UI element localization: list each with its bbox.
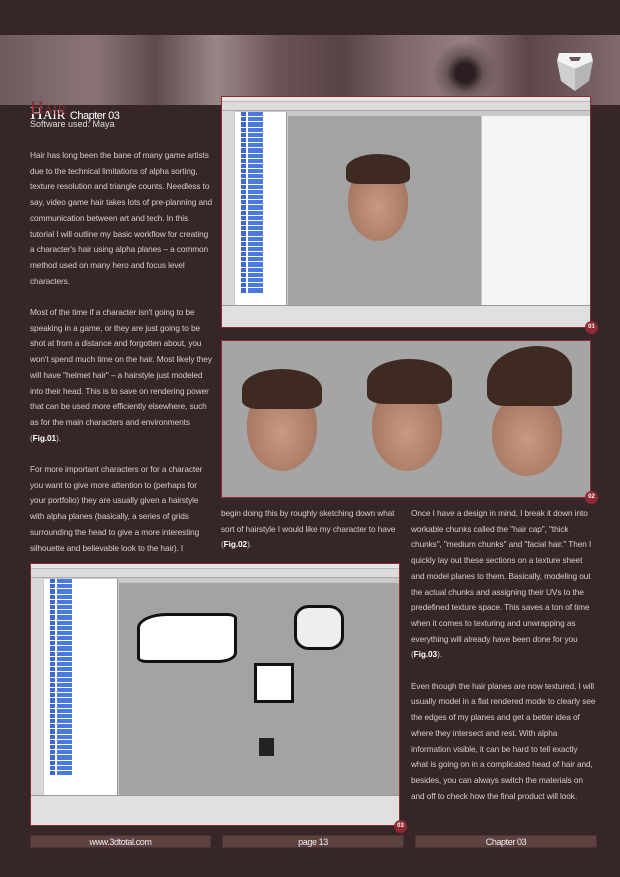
toolbar	[31, 569, 399, 578]
facial-hair-texture	[259, 738, 274, 756]
tool-sidebar	[31, 578, 43, 811]
paragraph: Most of the time if a character isn't go…	[30, 305, 212, 446]
footer-page-number: page 13	[222, 835, 404, 848]
outliner	[44, 579, 118, 795]
header-banner: Hair Chapter 03	[0, 35, 620, 123]
thick-chunk-texture	[294, 605, 344, 650]
paragraph: Even though the hair planes are now text…	[411, 680, 596, 801]
spiked-hair	[487, 346, 572, 406]
toolbar	[222, 102, 590, 111]
fig-ref: Fig.03	[413, 649, 438, 660]
figure-03-texture-sheet	[30, 563, 400, 826]
column-1: Hair has long been the bane of many game…	[30, 148, 212, 572]
3dtotal-logo-icon	[557, 53, 593, 91]
paragraph: begin doing this by roughly sketching do…	[221, 506, 406, 553]
tool-sidebar	[222, 111, 234, 313]
paragraph: For more important characters or for a c…	[30, 464, 203, 553]
paragraph: Hair has long been the bane of many game…	[30, 150, 212, 286]
medium-chunk-texture	[254, 663, 294, 703]
viewport	[288, 116, 481, 305]
footer-chapter: Chapter 03	[415, 835, 597, 848]
figure-02-hairstyle-sketches	[221, 340, 591, 498]
banner-eye-image	[430, 43, 500, 103]
paragraph-close: ).	[247, 539, 252, 550]
outliner	[235, 112, 287, 305]
figure-badge: 02	[585, 491, 598, 504]
figure-badge: 03	[394, 820, 407, 833]
footer-website[interactable]: www.3dtotal.com	[30, 835, 211, 848]
fig-ref: Fig.02	[223, 539, 248, 550]
figure-01-maya-screenshot	[221, 96, 591, 328]
paragraph-text: Once I have a design in mind, I break it…	[411, 508, 592, 660]
paragraph-close: ).	[56, 432, 61, 443]
software-used: Software used: Maya	[30, 119, 115, 129]
viewport	[119, 583, 399, 795]
hair-cap-texture	[137, 613, 237, 663]
paragraph-text: Most of the time if a character isn't go…	[30, 307, 212, 443]
character-hair	[346, 154, 410, 184]
article-title: Hair	[30, 98, 67, 119]
column-2: begin doing this by roughly sketching do…	[221, 506, 406, 569]
helmet-hair	[242, 369, 322, 409]
pompadour-hair	[367, 359, 452, 404]
channel-box	[482, 116, 590, 305]
column-3: Once I have a design in mind, I break it…	[411, 506, 596, 820]
figure-badge: 01	[585, 321, 598, 334]
timeline	[222, 305, 590, 327]
fig-ref: Fig.01	[32, 432, 57, 443]
head-spiked-hair	[492, 396, 562, 476]
paragraph-close: ).	[437, 649, 442, 660]
paragraph: Once I have a design in mind, I break it…	[411, 506, 596, 663]
timeline	[31, 795, 399, 825]
